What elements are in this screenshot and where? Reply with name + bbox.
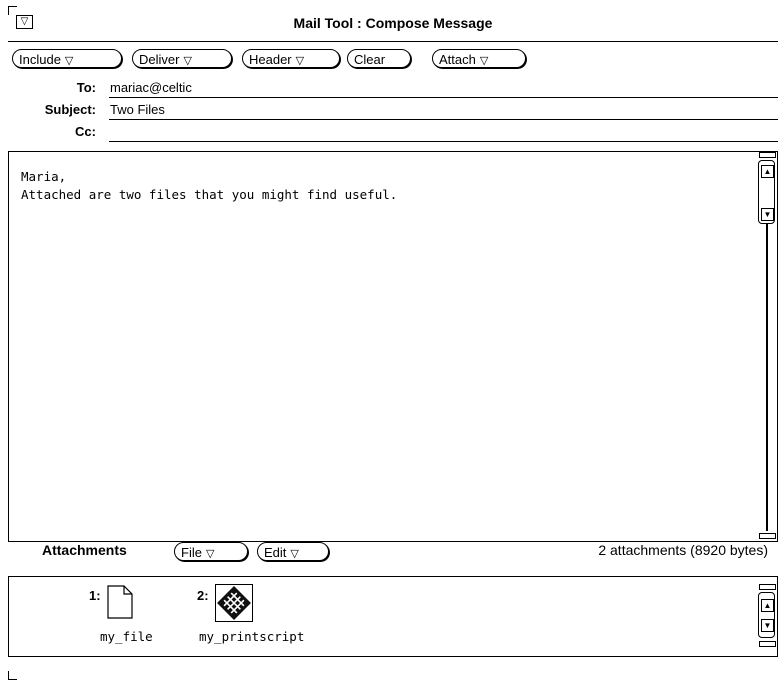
menu-triangle-icon: ▽ [64, 55, 74, 67]
message-line: Attached are two files that you might fi… [21, 187, 398, 202]
attachment-number: 1: [89, 588, 101, 603]
attach-button[interactable]: Attach ▽ [432, 49, 526, 68]
header-label: Header [249, 52, 292, 67]
edit-label: Edit [264, 545, 287, 560]
include-label: Include [19, 52, 61, 67]
message-line: Maria, [21, 169, 67, 184]
scrollbar-top-cap[interactable] [759, 584, 776, 590]
scrollbar-cable[interactable] [766, 224, 768, 531]
attachments-summary: 2 attachments (8920 bytes) [598, 542, 768, 558]
to-label: To: [76, 80, 96, 95]
subject-field-value: Two Files [110, 102, 165, 117]
mail-compose-window: ▽ Mail Tool : Compose Message Include ▽ D… [8, 6, 778, 680]
attachments-pane[interactable]: 1: my_file 2: my_printscript [8, 576, 778, 657]
scroll-up-arrow-icon[interactable]: ▲ [761, 599, 774, 612]
attachments-label: Attachments [42, 542, 127, 558]
menu-triangle-icon: ▽ [295, 55, 305, 67]
scrollbar-bottom-cap[interactable] [759, 641, 776, 647]
message-scrollbar[interactable]: ▲ ▼ [758, 152, 776, 541]
to-field[interactable] [109, 97, 778, 98]
attachment-number: 2: [197, 588, 209, 603]
subject-label: Subject: [44, 102, 96, 117]
attachments-scrollbar[interactable]: ▲ ▼ [758, 584, 776, 648]
to-field-value: mariac@celtic [110, 80, 192, 95]
cc-label: Cc: [75, 124, 96, 139]
menu-triangle-icon: ▽ [479, 55, 489, 67]
scroll-down-arrow-icon[interactable]: ▼ [761, 208, 774, 221]
header-button[interactable]: Header ▽ [242, 49, 340, 68]
file-label: File [181, 545, 202, 560]
message-body[interactable]: Maria, Attached are two files that you m… [8, 151, 778, 542]
scrollbar-top-cap[interactable] [759, 152, 776, 158]
attachment-name[interactable]: my_printscript [199, 629, 304, 644]
scroll-down-arrow-icon[interactable]: ▼ [761, 619, 774, 632]
cc-field[interactable] [109, 141, 778, 142]
scrollbar-bottom-cap[interactable] [759, 533, 776, 539]
deliver-button[interactable]: Deliver ▽ [132, 49, 232, 68]
attach-label: Attach [439, 52, 476, 67]
title-bar[interactable]: ▽ Mail Tool : Compose Message [8, 6, 778, 42]
attachment-name[interactable]: my_file [100, 629, 153, 644]
window-title: Mail Tool : Compose Message [293, 15, 493, 31]
document-icon[interactable] [107, 585, 133, 619]
clear-label: Clear [354, 52, 386, 67]
menu-triangle-icon: ▽ [290, 548, 299, 560]
deliver-label: Deliver [139, 52, 180, 67]
postscript-icon[interactable] [215, 584, 253, 622]
attachments-edit-button[interactable]: Edit ▽ [257, 542, 329, 561]
scroll-up-arrow-icon[interactable]: ▲ [761, 165, 774, 178]
message-text: Maria, Attached are two files that you m… [21, 169, 397, 205]
scrollbar-elevator[interactable]: ▲ ▼ [758, 160, 775, 224]
menu-triangle-icon: ▽ [205, 548, 215, 560]
subject-field[interactable] [109, 119, 778, 120]
window-corner-bottom-left[interactable] [8, 671, 17, 680]
attachments-file-button[interactable]: File ▽ [174, 542, 248, 561]
scrollbar-elevator[interactable]: ▲ ▼ [758, 592, 775, 638]
menu-triangle-icon: ▽ [183, 55, 192, 67]
include-button[interactable]: Include ▽ [12, 49, 122, 68]
clear-button[interactable]: Clear [347, 49, 411, 68]
